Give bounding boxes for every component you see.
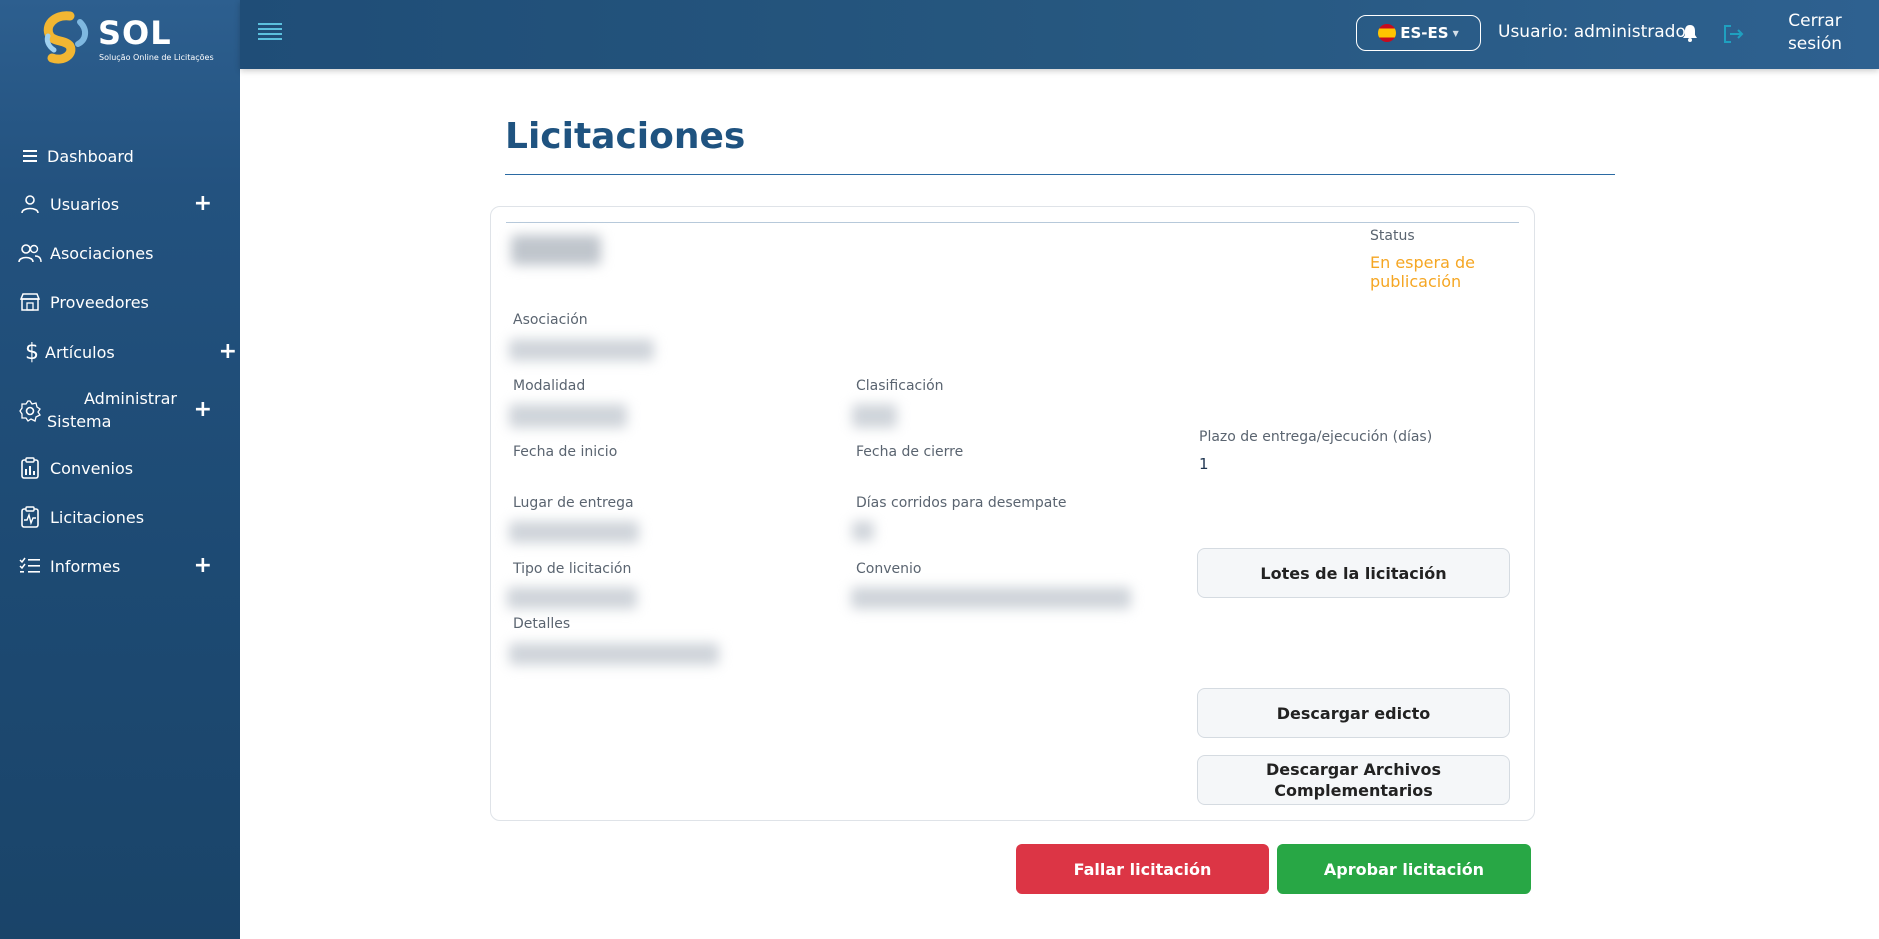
sidebar-item-label: Dashboard [47,146,134,166]
plazo-value: 1 [1199,455,1209,473]
fecha-inicio-label: Fecha de inicio [513,444,618,460]
sidebar-item-licitaciones[interactable]: Licitaciones [0,505,240,529]
redacted-licitacion-number [511,235,601,265]
clipboard-pulse-icon [18,505,42,529]
checklist-icon [18,554,42,578]
sidebar-item-label: Licitaciones [50,507,145,527]
status-value: En espera de publicación [1370,253,1475,291]
redacted-lugar-value [509,521,639,543]
descargar-complementarios-line1: Descargar Archivos [1265,760,1442,779]
brand-name: SOL [98,14,172,52]
fallar-licitacion-button[interactable]: Fallar licitación [1016,844,1269,894]
logout-icon[interactable] [1722,23,1744,45]
user-icon [18,192,42,216]
page-title: Licitaciones [505,116,746,157]
lotes-button[interactable]: Lotes de la licitación [1197,548,1510,598]
sidebar-item-articulos[interactable]: $ Artículos + [0,339,240,365]
sidebar-item-convenios[interactable]: Convenios [0,456,240,480]
chevron-down-icon: ▼ [1452,28,1459,38]
aprobar-licitacion-button[interactable]: Aprobar licitación [1277,844,1531,894]
language-selector[interactable]: ES-ES ▼ [1356,15,1481,51]
sidebar-item-dashboard[interactable]: Dashboard [0,144,240,168]
logout-label-line2: sesión [1787,34,1843,54]
user-label: Usuario: administrador [1498,22,1693,42]
sidebar-item-label: Informes [50,556,121,576]
bell-icon[interactable] [1682,24,1700,44]
card-divider [506,222,1519,223]
redacted-clasificacion-value [852,404,897,428]
plus-icon[interactable]: + [194,399,212,421]
redacted-modalidad-value [509,404,627,428]
plazo-label: Plazo de entrega/ejecución (días) [1199,429,1433,445]
brand-tagline: Solução Online de Licitações [99,53,214,62]
descargar-edicto-button[interactable]: Descargar edicto [1197,688,1510,738]
detalles-label: Detalles [513,616,571,632]
top-bar: ES-ES ▼ Usuario: administrador Cerrar se… [240,0,1879,69]
redacted-detalles-value [509,643,719,665]
hamburger-menu-icon[interactable] [258,23,282,41]
sidebar-item-label: Administrar Sistema [47,387,178,433]
modalidad-label: Modalidad [513,378,586,394]
descargar-complementarios-button[interactable]: Descargar Archivos Complementarios [1197,755,1510,805]
sidebar-item-administrar-sistema[interactable]: Administrar Sistema + [0,387,240,435]
sidebar-item-label: Convenios [50,458,134,478]
plus-icon[interactable]: + [194,193,212,215]
redacted-tipo-value [507,587,637,609]
clasificacion-label: Clasificación [856,378,944,394]
sidebar-item-usuarios[interactable]: Usuarios + [0,192,240,216]
fecha-cierre-label: Fecha de cierre [856,444,964,460]
chart-clipboard-icon [18,456,42,480]
logout-button[interactable]: Cerrar sesión [1780,10,1850,56]
logout-label-line1: Cerrar [1788,11,1842,31]
logo-swirl-icon [43,11,88,64]
language-label: ES-ES [1400,24,1449,42]
store-icon [18,290,42,314]
redacted-dias-value [852,521,874,541]
dollar-icon: $ [25,339,39,365]
plus-icon[interactable]: + [194,555,212,577]
sidebar: SOL Solução Online de Licitações Dashboa… [0,0,240,939]
lugar-entrega-label: Lugar de entrega [513,495,634,511]
menu-icon [18,144,42,168]
users-icon [18,241,42,265]
sidebar-item-label: Artículos [45,342,115,362]
tipo-licitacion-label: Tipo de licitación [513,561,632,577]
licitacion-detail-card: Status En espera de publicación Asociaci… [490,206,1535,821]
sidebar-item-label: Usuarios [50,194,120,214]
sidebar-item-label: Proveedores [50,292,149,312]
redacted-convenio-value [851,587,1131,609]
status-label: Status [1370,228,1415,244]
sidebar-item-asociaciones[interactable]: Asociaciones [0,241,240,265]
sidebar-item-label-line2: Sistema [47,412,112,431]
sidebar-item-informes[interactable]: Informes + [0,554,240,578]
sidebar-item-proveedores[interactable]: Proveedores [0,290,240,314]
spain-flag-icon [1378,24,1397,42]
redacted-asociacion-value [509,339,654,361]
sidebar-item-label-line1: Administrar [84,389,178,408]
descargar-complementarios-line2: Complementarios [1274,781,1433,800]
dias-corridos-label: Días corridos para desempate [856,495,1067,511]
sol-logo[interactable]: SOL Solução Online de Licitações [40,10,214,68]
gear-icon [18,399,42,423]
title-divider [505,174,1615,175]
plus-icon[interactable]: + [219,341,237,363]
sidebar-item-label: Asociaciones [50,243,154,263]
convenio-label: Convenio [856,561,922,577]
asociacion-label: Asociación [513,312,588,328]
